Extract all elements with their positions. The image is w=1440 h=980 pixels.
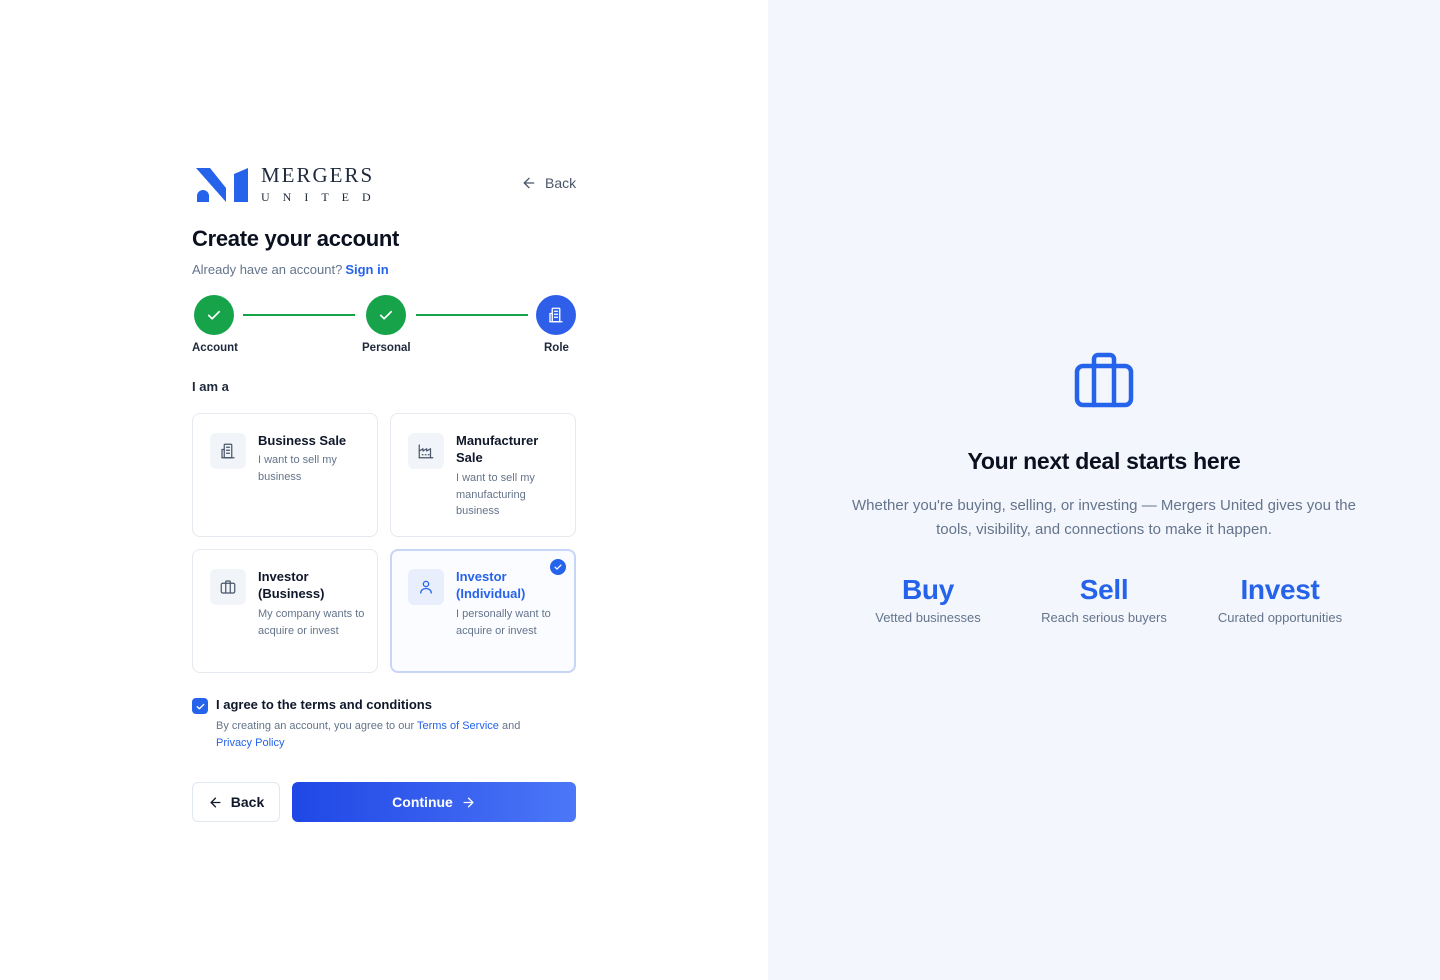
- logo-wordmark: MERGERS UNITED: [261, 163, 384, 204]
- arrow-left-icon: [523, 177, 535, 189]
- role-card-business-sale[interactable]: Business Sale I want to sell my business: [192, 413, 378, 537]
- logo-line-1: MERGERS: [261, 163, 375, 187]
- role-card-title: Manufacturer Sale: [456, 433, 539, 465]
- role-card-description: I want to sell my business: [258, 454, 337, 483]
- role-card-description: My company wants to acquire or invest: [258, 608, 365, 637]
- back-button[interactable]: Back: [192, 782, 280, 822]
- check-icon: [196, 703, 204, 709]
- factory-icon: [418, 444, 434, 459]
- promo-description: Whether you're buying, selling, or inves…: [852, 497, 1356, 538]
- step-connector-1: [243, 314, 355, 316]
- step-label-role: Role: [544, 342, 569, 354]
- role-card-title: Investor (Individual): [456, 569, 526, 601]
- continue-button[interactable]: Continue: [292, 782, 576, 822]
- stat-value: Buy: [902, 574, 954, 605]
- role-card-title: Business Sale: [258, 433, 347, 448]
- role-card-description: I personally want to acquire or invest: [456, 608, 551, 637]
- page-title: Create your account: [192, 226, 400, 251]
- step-label-personal: Personal: [362, 342, 411, 354]
- step-personal-indicator: [366, 295, 406, 335]
- card-icon-box: [210, 569, 246, 605]
- stat-label: Reach serious buyers: [1041, 610, 1167, 625]
- role-card-investor-business[interactable]: Investor (Business) My company wants to …: [192, 549, 378, 673]
- role-card-description: I want to sell my manufacturing business: [456, 472, 535, 517]
- stat-value: Invest: [1240, 574, 1320, 605]
- signup-panel: [0, 0, 768, 980]
- terms-note: By creating an account, you agree to our…: [216, 718, 566, 751]
- promo-title: Your next deal starts here: [967, 448, 1241, 474]
- selected-check-icon: [550, 559, 566, 575]
- check-icon: [379, 310, 393, 320]
- header-back-label: Back: [545, 175, 577, 191]
- terms-checkbox[interactable]: [192, 698, 208, 714]
- terms-note-text: By creating an account, you agree to our: [216, 720, 415, 732]
- role-card-investor-individual[interactable]: Investor (Individual) I personally want …: [390, 549, 576, 673]
- promo-stat-invest: Invest Curated opportunities: [1200, 574, 1360, 625]
- arrow-left-icon: [210, 797, 221, 807]
- stat-label: Vetted businesses: [875, 610, 981, 625]
- stat-label: Curated opportunities: [1217, 610, 1343, 625]
- role-card-title: Investor (Business): [258, 569, 325, 601]
- brand-logo[interactable]: MERGERS UNITED: [196, 164, 396, 204]
- stat-value: Sell: [1079, 574, 1129, 605]
- step-label-account: Account: [192, 342, 238, 354]
- arrow-right-icon: [463, 797, 474, 807]
- card-icon-box: [210, 433, 246, 469]
- card-icon-box: [408, 433, 444, 469]
- building-icon: [221, 443, 235, 459]
- continue-button-label: Continue: [392, 794, 453, 810]
- terms-label: I agree to the terms and conditions: [216, 697, 432, 712]
- building-icon: [549, 307, 563, 323]
- terms-of-service-link[interactable]: Terms of Service: [417, 720, 499, 732]
- header-back-link[interactable]: Back: [521, 174, 576, 192]
- signin-link[interactable]: Sign in: [345, 262, 388, 277]
- terms-note-and: and: [501, 720, 521, 732]
- step-role-indicator: [536, 295, 576, 335]
- card-icon-box: [408, 569, 444, 605]
- briefcase-icon: [220, 580, 236, 594]
- role-prompt: I am a: [192, 379, 229, 394]
- step-connector-2: [416, 314, 528, 316]
- logo-mark-icon: [196, 166, 248, 202]
- logo-line-2: UNITED: [261, 190, 384, 204]
- back-button-label: Back: [230, 794, 265, 810]
- role-card-manufacturer-sale[interactable]: Manufacturer Sale I want to sell my manu…: [390, 413, 576, 537]
- signin-prompt-text: Already have an account?: [192, 262, 343, 277]
- check-icon: [207, 310, 221, 320]
- step-account-indicator: [194, 295, 234, 335]
- user-icon: [420, 580, 432, 594]
- promo-stat-buy: Buy Vetted businesses: [848, 574, 1008, 625]
- promo-panel: [768, 0, 1440, 980]
- signin-prompt: Already have an account? Sign in: [192, 262, 389, 277]
- briefcase-icon: [1074, 352, 1134, 408]
- promo-stat-sell: Sell Reach serious buyers: [1024, 574, 1184, 625]
- privacy-policy-link[interactable]: Privacy Policy: [216, 737, 284, 749]
